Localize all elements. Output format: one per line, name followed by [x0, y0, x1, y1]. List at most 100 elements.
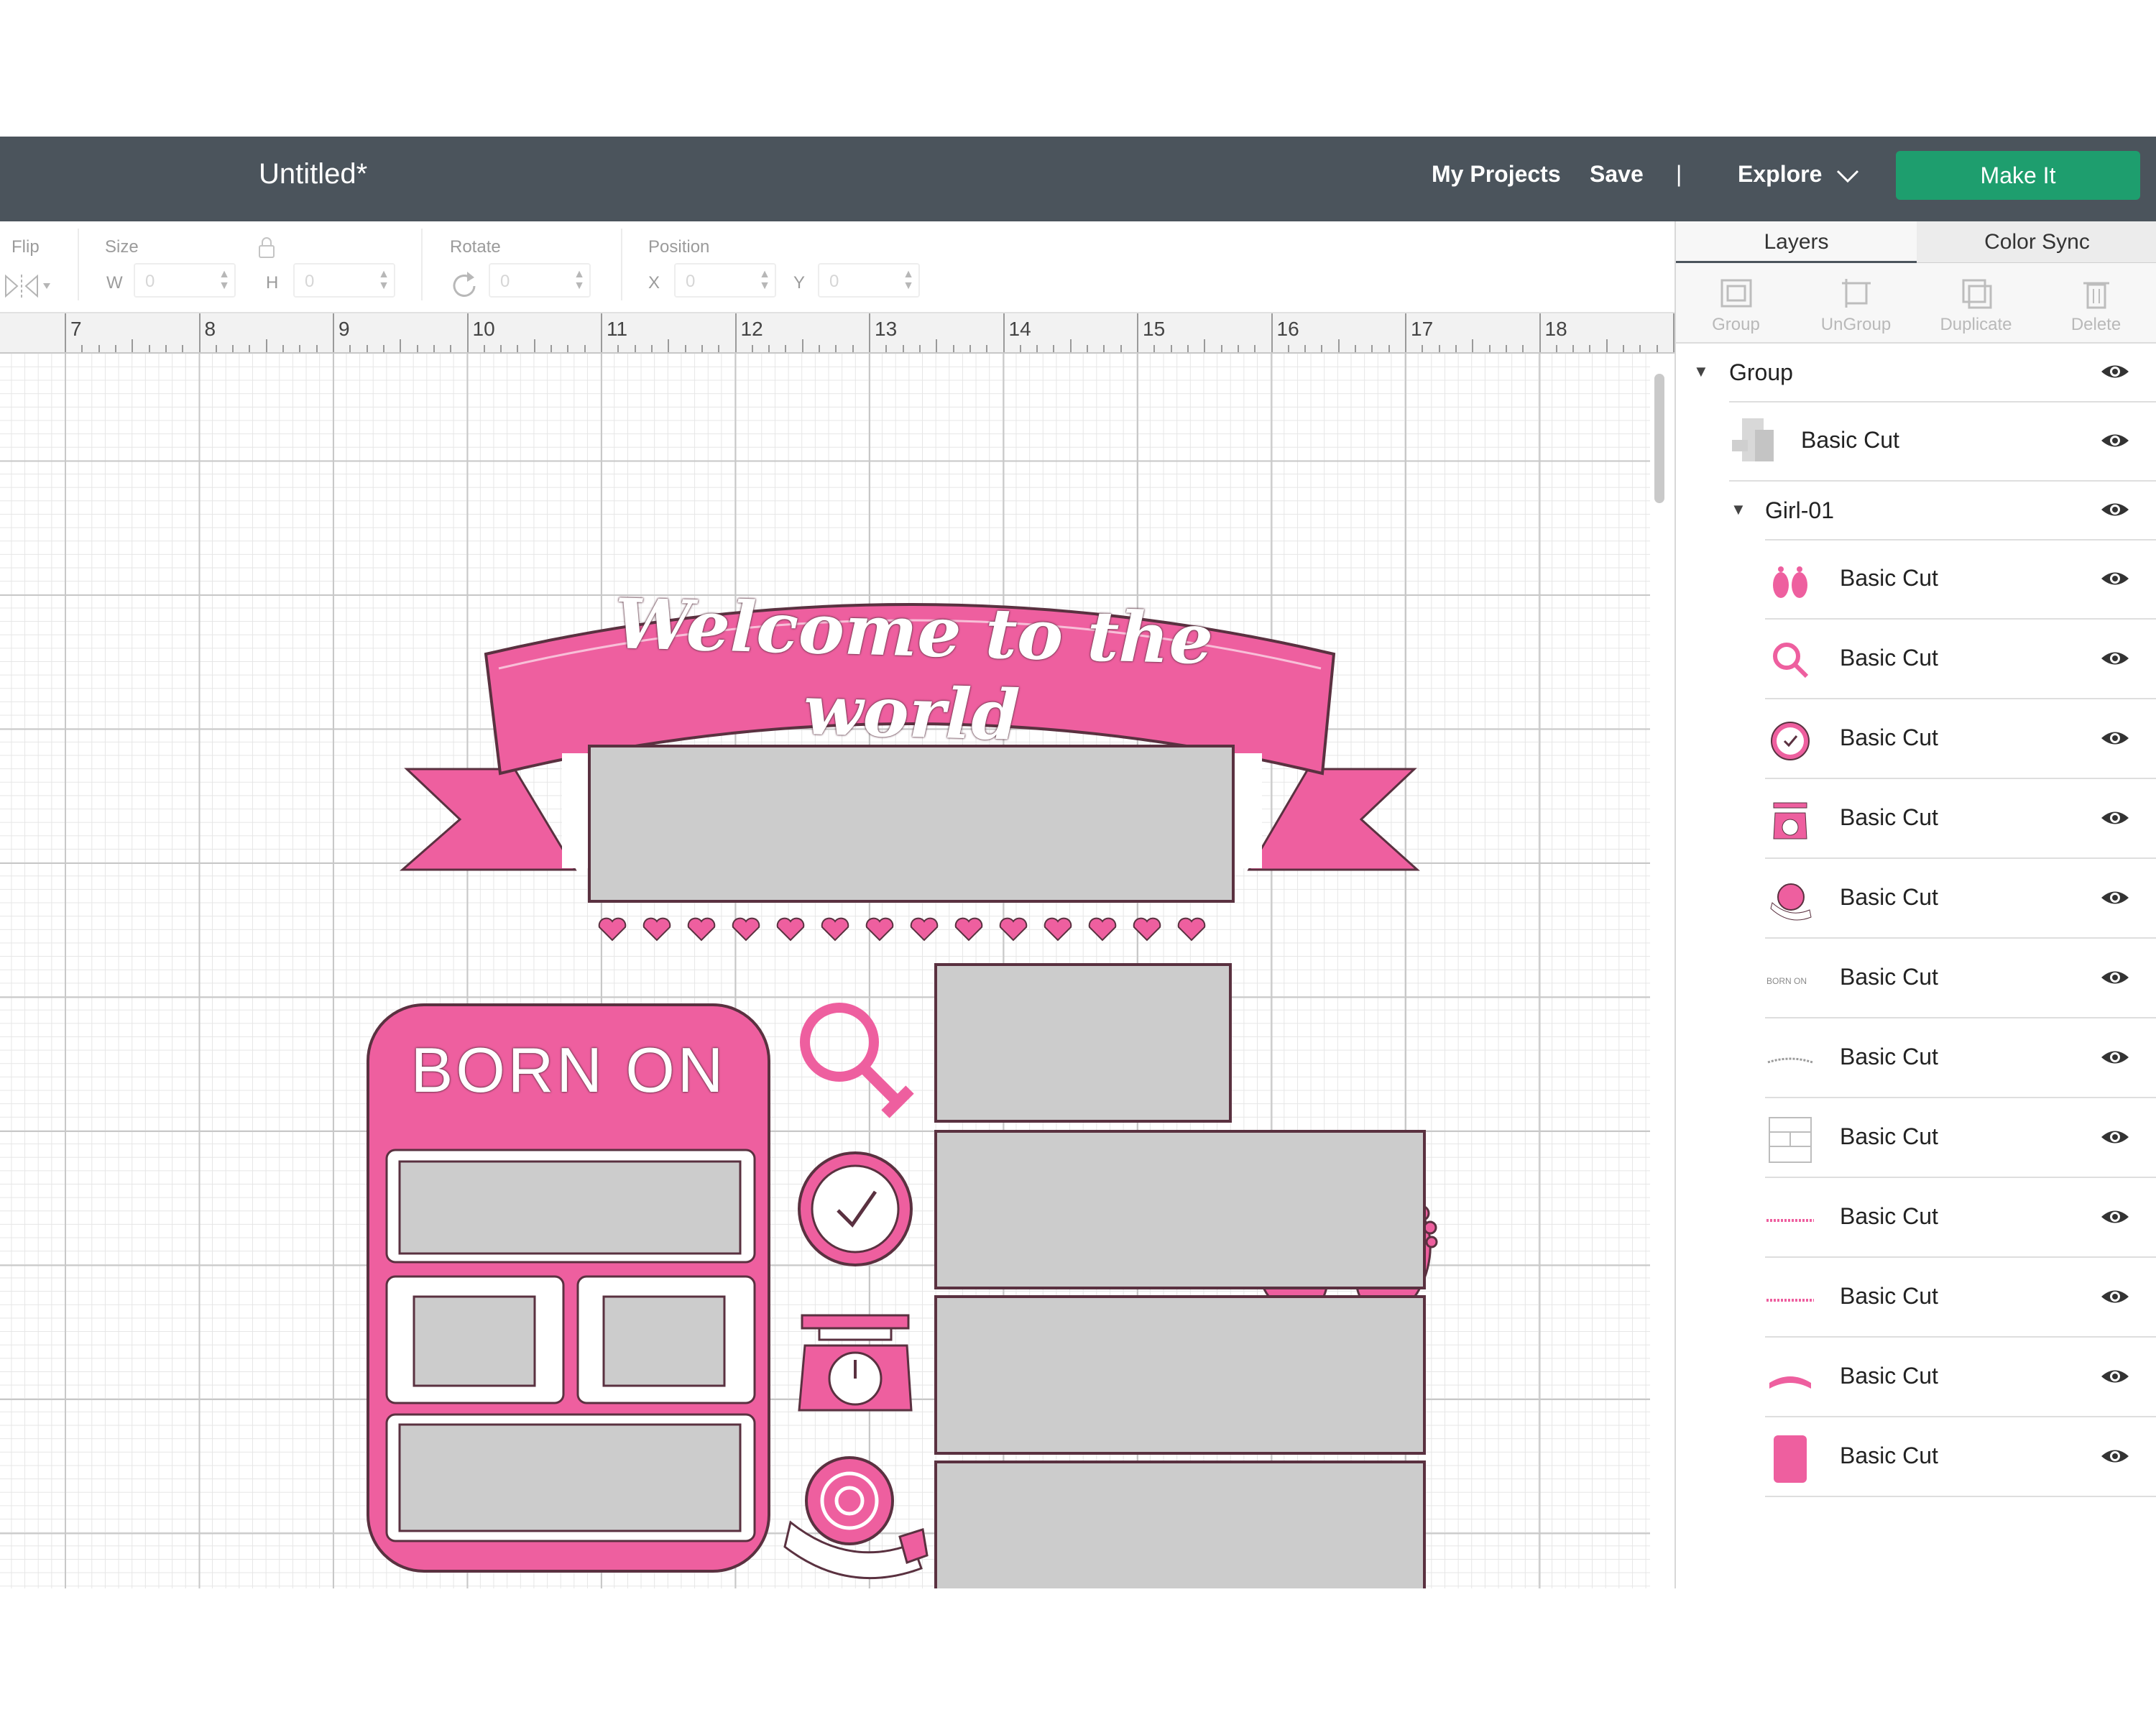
eye-icon[interactable]	[2100, 359, 2130, 384]
x-value: 0	[686, 272, 696, 291]
length-frame	[934, 1460, 1426, 1588]
ruler-tick	[1304, 345, 1307, 352]
ruler-tick	[734, 313, 737, 352]
ruler-tick	[1087, 345, 1089, 352]
ruler-tick	[182, 345, 184, 352]
ruler-tick	[584, 345, 586, 352]
rotate-icon[interactable]	[448, 269, 480, 300]
ruler-tick	[148, 345, 150, 352]
eye-icon[interactable]	[2100, 886, 2130, 910]
y-stepper[interactable]: ▲ ▼	[903, 269, 914, 292]
ruler-tick	[819, 345, 821, 352]
eye-icon[interactable]	[2100, 726, 2130, 750]
delete-label: Delete	[2070, 315, 2122, 334]
gender-frame	[934, 963, 1232, 1123]
born-on-text[interactable]: BORN ON	[388, 1034, 749, 1107]
explore-menu[interactable]: Explore	[1738, 161, 1822, 188]
position-label: Position	[648, 237, 710, 257]
layer-row[interactable]: Basic Cut	[1676, 1418, 2156, 1497]
project-title[interactable]: Untitled*	[259, 158, 367, 190]
make-it-button[interactable]: Make It	[1896, 151, 2140, 200]
x-position-field[interactable]: 0 ▲ ▼	[674, 263, 776, 298]
eye-icon[interactable]	[2100, 1284, 2130, 1309]
delete-button[interactable]: Delete	[2036, 266, 2156, 338]
ruler-tick	[918, 345, 921, 352]
ruler-tick	[517, 345, 519, 352]
layer-row[interactable]: Basic Cut	[1676, 1099, 2156, 1178]
ruler-tick	[550, 345, 553, 352]
caret-down-icon[interactable]: ▼	[1693, 362, 1709, 381]
width-field[interactable]: 0 ▲ ▼	[134, 263, 236, 298]
heart-shape	[642, 917, 671, 942]
eye-icon[interactable]	[2100, 806, 2130, 830]
ruler-tick	[1606, 339, 1608, 352]
ruler-tick	[952, 345, 954, 352]
layer-row[interactable]: Basic Cut	[1676, 540, 2156, 620]
eye-icon[interactable]	[2100, 497, 2130, 522]
lock-icon[interactable]	[256, 236, 277, 260]
design-canvas[interactable]: Welcome to the world BORN ON	[0, 354, 1650, 1588]
layer-label: Basic Cut	[1840, 1363, 1938, 1389]
ruler-tick	[333, 313, 334, 352]
ruler-tick	[1237, 345, 1239, 352]
header-separator: |	[1676, 161, 1682, 187]
ruler-tick	[617, 345, 619, 352]
flip-icon[interactable]	[3, 272, 53, 300]
layer-row[interactable]: Basic Cut	[1676, 1259, 2156, 1338]
height-stepper[interactable]: ▲ ▼	[378, 269, 390, 292]
ruler-tick	[533, 339, 535, 352]
eye-icon[interactable]	[2100, 965, 2130, 990]
ruler-tick	[1656, 345, 1658, 352]
ruler-tick	[768, 345, 770, 352]
layer-row[interactable]: Basic Cut	[1676, 860, 2156, 939]
ruler-tick	[1337, 339, 1340, 352]
rotate-stepper[interactable]: ▲ ▼	[573, 269, 585, 292]
duplicate-button[interactable]: Duplicate	[1916, 266, 2036, 338]
hearts-row-top[interactable]	[594, 916, 1219, 944]
eye-icon[interactable]	[2100, 646, 2130, 671]
save-button[interactable]: Save	[1590, 161, 1644, 188]
row-divider	[1765, 1256, 2156, 1258]
group-button[interactable]: Group	[1676, 266, 1796, 338]
eye-icon[interactable]	[2100, 566, 2130, 591]
rotate-field[interactable]: 0 ▲ ▼	[489, 263, 591, 298]
eye-icon[interactable]	[2100, 1364, 2130, 1389]
heart-shape	[732, 917, 760, 942]
welcome-banner-text[interactable]: Welcome to the world	[515, 581, 1310, 764]
height-field[interactable]: 0 ▲ ▼	[293, 263, 395, 298]
layer-row[interactable]: Basic Cut	[1676, 1019, 2156, 1098]
layer-row[interactable]: Basic Cut	[1676, 402, 2156, 482]
layer-group-row[interactable]: ▼ Group	[1676, 344, 2156, 402]
layer-row[interactable]: Basic Cut	[1676, 1338, 2156, 1417]
my-projects-link[interactable]: My Projects	[1432, 161, 1561, 188]
y-position-field[interactable]: 0 ▲ ▼	[818, 263, 920, 298]
tab-color-sync[interactable]: Color Sync	[1917, 221, 2156, 263]
layer-row[interactable]: Basic Cut	[1676, 1179, 2156, 1258]
banner-icon	[1769, 1376, 1811, 1389]
layer-row[interactable]: BORN ON Basic Cut	[1676, 939, 2156, 1018]
width-stepper[interactable]: ▲ ▼	[218, 269, 230, 292]
ruler-tick	[232, 345, 234, 352]
ruler-tick	[701, 345, 703, 352]
ungroup-button[interactable]: UnGroup	[1796, 266, 1916, 338]
eye-icon[interactable]	[2100, 428, 2130, 453]
eye-icon[interactable]	[2100, 1444, 2130, 1468]
edit-toolbar: Flip Size W 0 ▲ ▼ H 0 ▲ ▼ Rotate 0 ▲ ▼ Positio…	[0, 221, 1674, 313]
tab-layers[interactable]: Layers	[1676, 221, 1917, 263]
ruler-tick	[132, 339, 134, 352]
eye-icon[interactable]	[2100, 1125, 2130, 1149]
layer-row[interactable]: Basic Cut	[1676, 620, 2156, 699]
eye-icon[interactable]	[2100, 1205, 2130, 1229]
row-divider	[1765, 857, 2156, 859]
chevron-down-icon[interactable]	[1835, 168, 1860, 184]
layer-subgroup-row[interactable]: ▼ Girl-01	[1676, 482, 2156, 540]
layer-row[interactable]: Basic Cut	[1676, 700, 2156, 779]
ruler-tick	[215, 345, 217, 352]
ruler-tick	[1488, 345, 1491, 352]
layer-row[interactable]: Basic Cut	[1676, 780, 2156, 859]
canvas-scrollbar[interactable]	[1654, 374, 1664, 503]
row-divider	[1765, 778, 2156, 779]
x-stepper[interactable]: ▲ ▼	[759, 269, 770, 292]
eye-icon[interactable]	[2100, 1045, 2130, 1070]
caret-down-icon[interactable]: ▼	[1731, 500, 1746, 519]
